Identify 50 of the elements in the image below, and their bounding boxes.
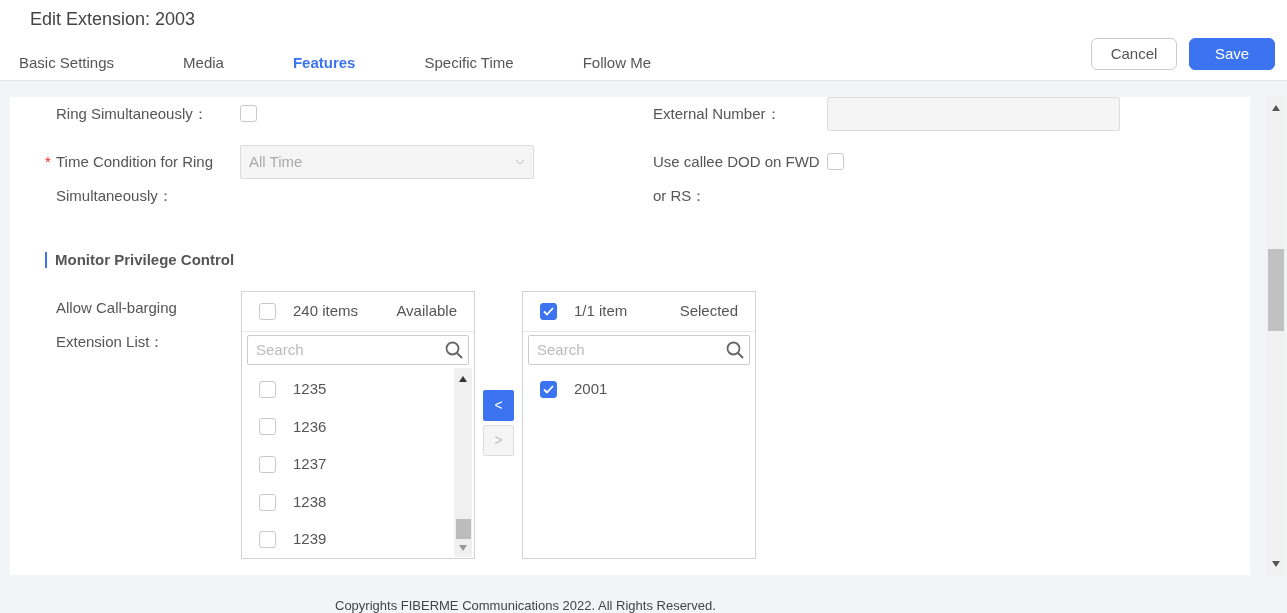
check-icon: [543, 306, 554, 316]
checkbox[interactable]: [259, 380, 276, 398]
search-icon: [445, 340, 463, 359]
arrow-down-icon[interactable]: [1272, 561, 1280, 567]
item-count: 1/1 item: [574, 300, 628, 321]
search-icon: [726, 340, 744, 359]
list-item[interactable]: 1237: [293, 453, 327, 476]
required-mark: *: [45, 152, 52, 172]
checkbox[interactable]: [827, 153, 844, 170]
list-item[interactable]: 1239: [293, 528, 327, 551]
item-count: 240 items: [293, 300, 359, 321]
list-item[interactable]: 1236: [293, 415, 327, 439]
tab[interactable]: Basic Settings: [19, 48, 115, 85]
list-item[interactable]: 2001: [574, 378, 608, 401]
copyright-text: Copyrights FIBERME Communications 2022. All Rights Reserved.: [335, 597, 716, 613]
checkbox[interactable]: [540, 380, 557, 398]
page-title: Edit Extension: 2003: [30, 8, 196, 31]
search-field[interactable]: Search: [528, 334, 750, 365]
field-label: External Number：: [653, 104, 781, 124]
page-scrollbar[interactable]: [1267, 97, 1285, 575]
list-title: Available: [396, 300, 457, 321]
tab[interactable]: Follow Me: [582, 48, 651, 85]
checkbox[interactable]: [540, 302, 557, 320]
check-icon: [543, 384, 554, 394]
checkbox[interactable]: [259, 456, 276, 473]
tab[interactable]: Media: [183, 48, 224, 85]
checkbox[interactable]: [259, 418, 276, 436]
scrollbar-thumb[interactable]: [1268, 249, 1284, 331]
scrollbar-thumb[interactable]: [456, 518, 471, 539]
field-label: Time Condition for Ring Simultaneously：: [56, 152, 214, 206]
list-scrollbar[interactable]: [454, 367, 472, 557]
checkbox[interactable]: [259, 302, 276, 320]
field-label: Ring Simultaneously：: [56, 104, 208, 124]
search-field[interactable]: Search: [247, 334, 469, 365]
list-title: Selected: [679, 300, 738, 321]
checkbox[interactable]: [240, 105, 257, 122]
checkbox[interactable]: [259, 531, 276, 549]
cancel-button[interactable]: Cancel: [1091, 38, 1177, 70]
arrow-up-icon[interactable]: [1272, 105, 1280, 111]
arrow-up-icon[interactable]: [459, 375, 467, 382]
field-label: Allow Call-barging Extension List：: [55, 297, 178, 352]
field-label: Use callee DOD on FWD or RS：: [653, 152, 821, 206]
move-left-button[interactable]: <: [483, 389, 514, 421]
chevron-down-icon: [515, 159, 525, 165]
save-button[interactable]: Save: [1189, 38, 1275, 70]
list-item[interactable]: 1235: [293, 378, 327, 401]
tab[interactable]: Specific Time: [424, 48, 514, 85]
section-title: Monitor Privilege Control: [55, 250, 235, 270]
checkbox[interactable]: [259, 493, 276, 511]
list-item[interactable]: 1238: [293, 490, 327, 514]
